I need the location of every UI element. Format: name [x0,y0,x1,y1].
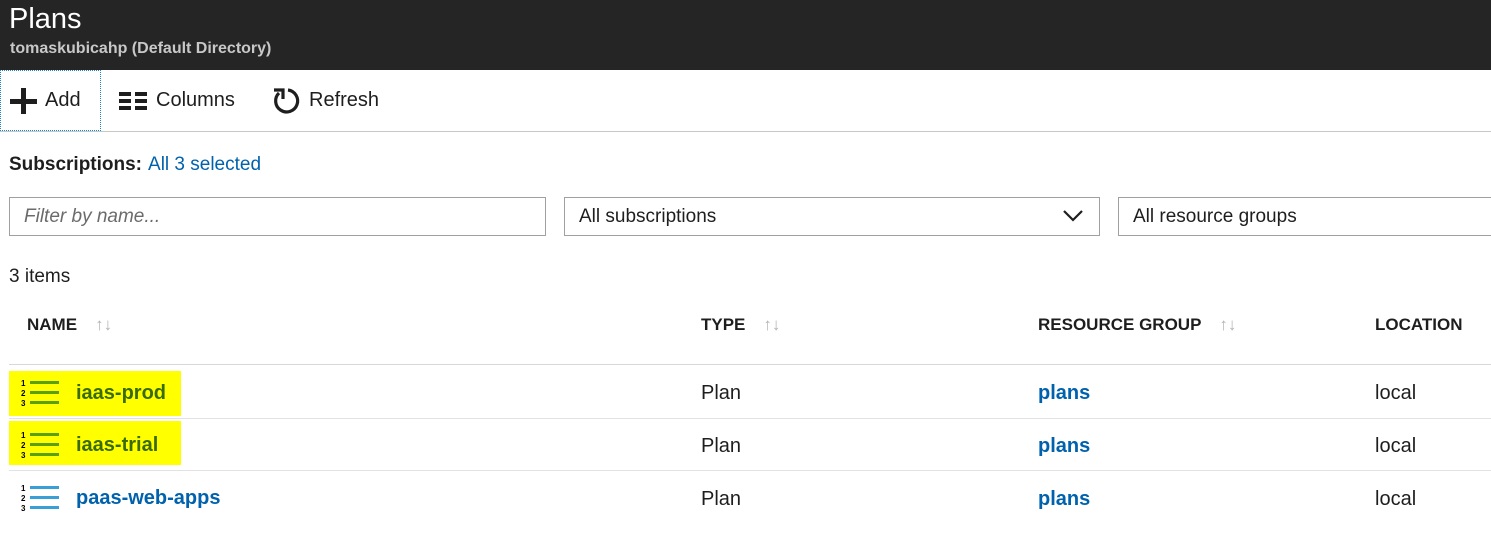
table-row-name[interactable]: 1 2 3 iaas-prod [21,377,166,409]
directory-subtitle: tomaskubicahp (Default Directory) [10,40,272,57]
table-row-name[interactable]: 1 2 3 iaas-trial [21,429,158,461]
filter-by-name-input[interactable] [24,205,545,228]
resource-group-link[interactable]: plans [1038,433,1090,459]
columns-label: Columns [156,89,235,111]
svg-text:2: 2 [21,441,26,450]
svg-text:3: 3 [21,451,26,460]
columns-icon [119,91,147,110]
sort-icon: ↑↓ [1219,315,1237,334]
column-header-type[interactable]: TYPE ↑↓ [701,314,780,336]
column-header-location-label: LOCATION [1375,315,1463,334]
plan-name-link[interactable]: iaas-trial [76,434,158,457]
subscriptions-link[interactable]: All 3 selected [148,154,261,175]
blade-header: Plans tomaskubicahp (Default Directory) [0,0,1491,70]
plan-name-link[interactable]: iaas-prod [76,382,166,405]
sort-icon: ↑↓ [95,315,113,334]
resource-group-dropdown-value: All resource groups [1133,205,1297,227]
refresh-label: Refresh [309,89,380,111]
plan-name-link[interactable]: paas-web-apps [76,487,220,510]
filter-by-name-field[interactable] [9,197,546,236]
sort-icon: ↑↓ [763,315,781,334]
row-location: local [1375,488,1417,510]
numbered-list-icon: 1 2 3 [21,484,59,513]
chevron-down-icon [1063,210,1083,222]
command-bar: Add Columns Refresh [0,70,1491,132]
svg-text:3: 3 [21,504,26,513]
resource-group-dropdown[interactable]: All resource groups [1118,197,1491,236]
row-divider [9,418,1491,419]
column-header-location[interactable]: LOCATION [1375,314,1463,336]
row-location: local [1375,382,1417,404]
resource-group-link[interactable]: plans [1038,486,1090,512]
resource-group-link[interactable]: plans [1038,380,1090,406]
column-header-type-label: TYPE [701,315,746,334]
numbered-list-icon: 1 2 3 [21,431,59,460]
table-row-name[interactable]: 1 2 3 paas-web-apps [21,482,220,514]
row-type: Plan [701,382,742,404]
add-button[interactable]: Add [0,70,101,131]
svg-text:1: 1 [21,484,26,493]
row-location: local [1375,435,1417,457]
subscription-dropdown-value: All subscriptions [579,205,717,227]
svg-text:2: 2 [21,494,26,503]
subscriptions-label: Subscriptions: [9,154,143,175]
subscription-dropdown[interactable]: All subscriptions [564,197,1100,236]
items-count: 3 items [9,266,71,287]
row-type: Plan [701,488,742,510]
page-title: Plans [9,3,82,35]
svg-text:2: 2 [21,389,26,398]
subscriptions-filter: Subscriptions: All 3 selected [9,153,261,177]
column-header-name-label: NAME [27,315,78,334]
header-divider [9,364,1491,365]
plus-icon [10,87,37,114]
svg-text:1: 1 [21,431,26,440]
svg-text:3: 3 [21,399,26,408]
column-header-resource-group-label: RESOURCE GROUP [1038,315,1202,334]
refresh-icon [274,87,300,113]
columns-button[interactable]: Columns [119,70,235,131]
numbered-list-icon: 1 2 3 [21,379,59,408]
row-type: Plan [701,435,742,457]
add-label: Add [45,89,81,111]
row-divider [9,470,1491,471]
svg-text:1: 1 [21,379,26,388]
refresh-button[interactable]: Refresh [271,70,379,131]
column-header-name[interactable]: NAME ↑↓ [27,314,112,336]
column-header-resource-group[interactable]: RESOURCE GROUP ↑↓ [1038,314,1236,336]
